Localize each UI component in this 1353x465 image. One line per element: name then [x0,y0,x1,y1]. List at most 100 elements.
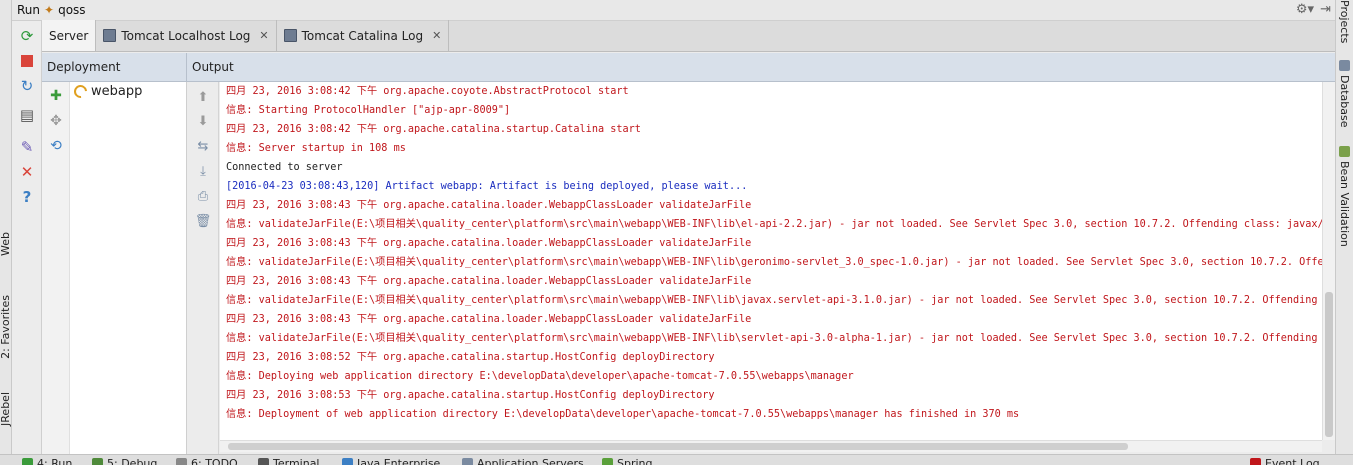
run-config-name: qoss [58,3,86,17]
scroll-to-end-icon[interactable]: ⤓ [194,162,212,180]
bottom-tab-spring[interactable]: Spring [602,457,653,465]
update-icon[interactable]: ↻ [17,76,37,96]
bottom-tab-debug[interactable]: 5: Debug [92,457,157,465]
console-line: 四月 23, 2016 3:08:43 下午 org.apache.catali… [226,238,752,249]
deployment-toolbar: ✚ ✥ ⟲ [42,82,70,454]
pin-icon[interactable]: ✎ [17,137,37,157]
vertical-scroll-thumb[interactable] [1325,292,1333,437]
bean-validation-tool-tab[interactable]: Bean Validation [1338,146,1351,247]
console-line: [2016-04-23 03:08:43,120] Artifact webap… [226,181,748,192]
layout-icon[interactable]: ▤ [17,105,37,125]
run-tabs: Server Tomcat Localhost Log ✕ Tomcat Cat… [42,20,1335,52]
right-tool-strip: Projects Database Bean Validation [1335,0,1353,454]
deployment-item[interactable]: webapp [71,82,143,101]
bottom-tab-todo-label: 6: TODO [191,457,238,465]
event-log-icon [1250,458,1261,465]
panel-headers: Deployment Output [42,53,1335,82]
deployment-header: Deployment [47,60,121,74]
console-line: 信息: Server startup in 108 ms [226,143,406,154]
output-console[interactable]: 四月 23, 2016 3:08:42 下午 org.apache.coyote… [220,82,1322,440]
console-line: 四月 23, 2016 3:08:42 下午 org.apache.catali… [226,124,641,135]
console-line: Connected to server [226,162,343,173]
console-line: 信息: validateJarFile(E:\项目相关\quality_cent… [226,333,1322,344]
run-titlebar: Run ✦ qoss ⚙▾ ⇥ [12,0,1335,21]
bottom-tab-event-log[interactable]: Event Log [1250,457,1320,465]
console-line: 信息: Starting ProtocolHandler ["ajp-apr-8… [226,105,511,116]
run-label: Run [17,3,41,17]
bottom-tab-java-enterprise[interactable]: Java Enterprise [342,457,440,465]
undeploy-icon[interactable]: ✥ [47,112,65,130]
console-line: 信息: validateJarFile(E:\项目相关\quality_cent… [226,219,1322,230]
bottom-tab-event-log-label: Event Log [1265,457,1320,465]
deploy-all-icon[interactable]: ✚ [47,87,65,105]
server-icon [462,458,473,465]
favorites-tool-tab[interactable]: 2: Favorites [0,295,12,359]
database-icon [1339,60,1350,71]
tomcat-icon: ✦ [44,3,55,17]
web-tool-tab[interactable]: Web [0,232,12,256]
terminal-icon [258,458,269,465]
rerun-icon[interactable]: ⟳ [17,26,37,46]
bug-icon [92,458,103,465]
bottom-tab-terminal[interactable]: Terminal [258,457,320,465]
database-tool-tab[interactable]: Database [1338,60,1351,128]
trash-icon[interactable]: 🗑 [194,212,212,230]
todo-icon [176,458,187,465]
bean-validation-tool-label: Bean Validation [1338,161,1351,247]
console-line: 四月 23, 2016 3:08:43 下午 org.apache.catali… [226,200,752,211]
tab-server[interactable]: Server [42,20,97,51]
bottom-tab-debug-label: 5: Debug [107,457,158,465]
soft-wrap-icon[interactable]: ⇆ [194,137,212,155]
vertical-scrollbar[interactable] [1322,82,1335,440]
tab-tomcat-localhost-log-label: Tomcat Localhost Log [121,28,251,43]
jrebel-tool-tab[interactable]: JRebel [0,392,12,426]
header-divider[interactable] [186,53,187,82]
bottom-tab-run[interactable]: 4: Run [22,457,72,465]
bottom-tab-java-enterprise-label: Java Enterprise [357,457,441,465]
bottom-tab-spring-label: Spring [617,457,653,465]
up-arrow-icon[interactable]: ⬆ [194,88,212,106]
tab-tomcat-catalina-log[interactable]: Tomcat Catalina Log ✕ [277,20,450,51]
print-icon[interactable]: ⎙ [194,187,212,205]
close-tab-icon[interactable]: ✕ [259,29,268,42]
console-line: 四月 23, 2016 3:08:43 下午 org.apache.catali… [226,314,752,325]
bottom-tab-todo[interactable]: 6: TODO [176,457,238,465]
log-file-icon [103,29,117,42]
database-tool-label: Database [1338,75,1351,128]
tab-tomcat-catalina-log-label: Tomcat Catalina Log [301,28,424,43]
projects-tool-tab[interactable]: Projects [1338,0,1351,43]
java-enterprise-icon [342,458,353,465]
horizontal-scrollbar[interactable] [220,440,1322,452]
console-line: 信息: validateJarFile(E:\项目相关\quality_cent… [226,257,1322,268]
artifact-icon [71,82,90,101]
refresh-deploy-icon[interactable]: ⟲ [47,137,65,155]
horizontal-scroll-thumb[interactable] [228,443,1128,450]
tab-tomcat-localhost-log[interactable]: Tomcat Localhost Log ✕ [96,20,277,51]
run-toolbar: ⟳ ↻ ▤ ✎ ✕ ? [12,21,42,454]
close-tab-icon[interactable]: ✕ [432,29,441,42]
settings-gear-icon[interactable]: ⚙▾ [1296,2,1314,17]
bottom-tab-terminal-label: Terminal [273,457,320,465]
stop-icon[interactable] [17,51,37,71]
deployment-panel: ✚ ✥ ⟲ webapp [42,82,187,454]
projects-tool-label: Projects [1338,0,1351,44]
spring-leaf-icon [602,458,613,465]
deployment-item-label: webapp [91,84,143,99]
console-line: 信息: Deploying web application directory … [226,371,854,382]
hide-panel-icon[interactable]: ⇥ [1320,2,1331,17]
console-line: 信息: Deployment of web application direct… [226,409,1020,420]
left-tool-strip: Web 2: Favorites JRebel [0,0,12,454]
close-icon[interactable]: ✕ [17,162,37,182]
bottom-tab-application-servers[interactable]: Application Servers [462,457,584,465]
down-arrow-icon[interactable]: ⬇ [194,112,212,130]
output-toolbar: ⬆ ⬇ ⇆ ⤓ ⎙ 🗑 [188,82,219,454]
console-line: 四月 23, 2016 3:08:53 下午 org.apache.catali… [226,390,715,401]
log-file-icon [283,29,297,42]
help-icon[interactable]: ? [17,187,37,207]
console-line: 四月 23, 2016 3:08:42 下午 org.apache.coyote… [226,86,629,97]
console-line: 四月 23, 2016 3:08:52 下午 org.apache.catali… [226,352,715,363]
tab-server-label: Server [49,28,89,43]
bean-icon [1339,146,1350,157]
console-line: 四月 23, 2016 3:08:43 下午 org.apache.catali… [226,276,752,287]
output-header: Output [192,60,234,74]
